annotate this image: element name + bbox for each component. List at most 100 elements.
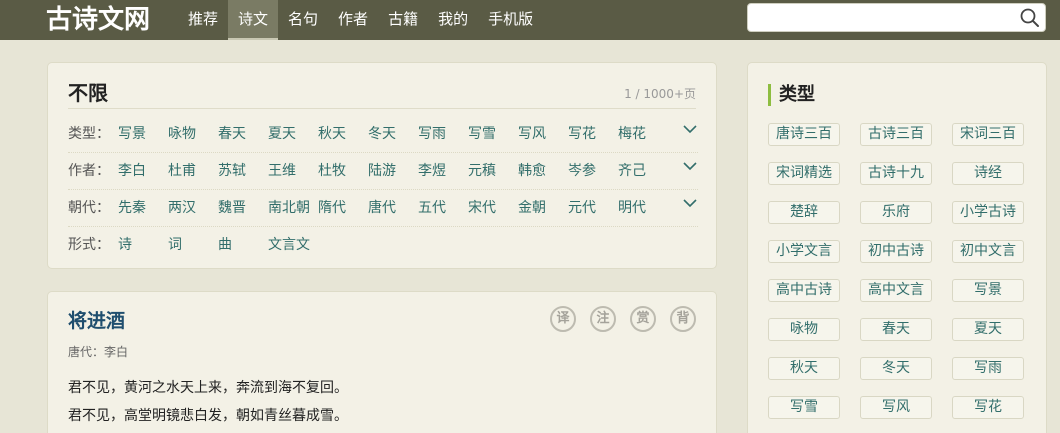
sidebar-title: 类型: [768, 84, 815, 106]
filter-option[interactable]: 写景: [118, 116, 168, 153]
nav-item-famous-lines[interactable]: 名句: [278, 0, 328, 40]
filter-option[interactable]: 苏轼: [218, 153, 268, 190]
type-tag[interactable]: 秋天: [768, 357, 840, 380]
filter-option[interactable]: 南北朝: [268, 190, 318, 227]
type-tag[interactable]: 宋词精选: [768, 162, 840, 185]
type-tag[interactable]: 初中古诗: [860, 240, 932, 263]
search-icon[interactable]: [1019, 7, 1041, 29]
filter-option[interactable]: 春天: [218, 116, 268, 153]
filter-option[interactable]: 写风: [518, 116, 568, 153]
appreciate-button[interactable]: 赏: [630, 306, 656, 332]
nav-item-mobile[interactable]: 手机版: [478, 0, 543, 40]
filter-option[interactable]: 梅花: [618, 116, 668, 153]
filter-row-dynasty: 朝代： 先秦 两汉 魏晋 南北朝 隋代 唐代 五代 宋代 金朝 元代 明代: [68, 190, 698, 227]
filter-option[interactable]: 写花: [568, 116, 618, 153]
recite-button[interactable]: 背: [670, 306, 696, 332]
chevron-down-icon[interactable]: [682, 195, 698, 211]
type-tag[interactable]: 咏物: [768, 318, 840, 341]
filter-option[interactable]: 杜甫: [168, 153, 218, 190]
type-tag[interactable]: 写雪: [768, 396, 840, 419]
filter-option[interactable]: 魏晋: [218, 190, 268, 227]
poem-author[interactable]: 唐代：李白: [68, 343, 128, 360]
type-tag[interactable]: 写风: [860, 396, 932, 419]
filter-option[interactable]: 韩愈: [518, 153, 568, 190]
filter-option[interactable]: 明代: [618, 190, 668, 227]
filter-label: 类型：: [68, 126, 110, 142]
nav-item-recommend[interactable]: 推荐: [178, 0, 228, 40]
filter-row-form: 形式： 诗 词 曲 文言文: [68, 227, 698, 264]
filter-row-type: 类型： 写景 咏物 春天 夏天 秋天 冬天 写雨 写雪 写风 写花 梅花: [68, 116, 698, 153]
filter-title: 不限: [68, 81, 108, 105]
type-tag[interactable]: 写花: [952, 396, 1024, 419]
filter-option[interactable]: 元代: [568, 190, 618, 227]
type-sidebar: 类型 唐诗三百 古诗三百 宋词三百 宋词精选 古诗十九 诗经 楚辞 乐府 小学古…: [747, 62, 1047, 433]
annotate-button[interactable]: 注: [590, 306, 616, 332]
filter-option[interactable]: 诗: [118, 227, 168, 264]
filter-label: 形式：: [68, 237, 110, 253]
type-tag[interactable]: 写雨: [952, 357, 1024, 380]
chevron-down-icon[interactable]: [682, 121, 698, 137]
page-count: 1 / 1000+页: [624, 87, 696, 101]
type-tag[interactable]: 古诗十九: [860, 162, 932, 185]
filter-label: 作者：: [68, 163, 110, 179]
filter-option[interactable]: 秋天: [318, 116, 368, 153]
filter-option[interactable]: 岑参: [568, 153, 618, 190]
filter-option[interactable]: 元稹: [468, 153, 518, 190]
type-tag[interactable]: 诗经: [952, 162, 1024, 185]
filter-panel: 不限 1 / 1000+页 类型： 写景 咏物 春天 夏天 秋天 冬天 写雨 写…: [47, 62, 717, 269]
nav-item-mine[interactable]: 我的: [428, 0, 478, 40]
filter-option[interactable]: 李煜: [418, 153, 468, 190]
type-tag[interactable]: 古诗三百: [860, 123, 932, 146]
type-tag[interactable]: 乐府: [860, 201, 932, 224]
filter-option[interactable]: 宋代: [468, 190, 518, 227]
poem-title[interactable]: 将进酒: [68, 306, 125, 333]
type-tag[interactable]: 楚辞: [768, 201, 840, 224]
filter-option[interactable]: 两汉: [168, 190, 218, 227]
filter-options: 写景 咏物 春天 夏天 秋天 冬天 写雨 写雪 写风 写花 梅花: [118, 116, 668, 153]
filter-options: 诗 词 曲 文言文: [118, 227, 318, 264]
type-tag[interactable]: 写景: [952, 279, 1024, 302]
type-tag[interactable]: 高中文言: [860, 279, 932, 302]
filter-option[interactable]: 词: [168, 227, 218, 264]
filter-option[interactable]: 咏物: [168, 116, 218, 153]
filter-option[interactable]: 曲: [218, 227, 268, 264]
filter-options: 李白 杜甫 苏轼 王维 杜牧 陆游 李煜 元稹 韩愈 岑参 齐己: [118, 153, 668, 190]
filter-option[interactable]: 写雨: [418, 116, 468, 153]
filter-options: 先秦 两汉 魏晋 南北朝 隋代 唐代 五代 宋代 金朝 元代 明代: [118, 190, 668, 227]
filter-option[interactable]: 王维: [268, 153, 318, 190]
type-tag[interactable]: 冬天: [860, 357, 932, 380]
filter-option[interactable]: 陆游: [368, 153, 418, 190]
filter-option[interactable]: 唐代: [368, 190, 418, 227]
filter-option[interactable]: 金朝: [518, 190, 568, 227]
chevron-down-icon[interactable]: [682, 158, 698, 174]
type-tag[interactable]: 唐诗三百: [768, 123, 840, 146]
search-input[interactable]: [754, 7, 1014, 28]
filter-option[interactable]: 李白: [118, 153, 168, 190]
filter-option[interactable]: 文言文: [268, 227, 318, 264]
filter-option[interactable]: 五代: [418, 190, 468, 227]
type-tag[interactable]: 宋词三百: [952, 123, 1024, 146]
type-tag[interactable]: 初中文言: [952, 240, 1024, 263]
translate-button[interactable]: 译: [550, 306, 576, 332]
type-tag[interactable]: 夏天: [952, 318, 1024, 341]
divider: [68, 108, 696, 109]
type-tag[interactable]: 高中古诗: [768, 279, 840, 302]
poem-line: 君不见，黄河之水天上来，奔流到海不复回。: [68, 380, 348, 396]
filter-option[interactable]: 冬天: [368, 116, 418, 153]
site-logo[interactable]: 古诗文网: [46, 2, 150, 38]
nav-item-poems[interactable]: 诗文: [228, 0, 279, 40]
poem-card: 将进酒 译 注 赏 背 唐代：李白 君不见，黄河之水天上来，奔流到海不复回。 君…: [47, 291, 717, 433]
nav-item-classics[interactable]: 古籍: [378, 0, 428, 40]
type-tag[interactable]: 春天: [860, 318, 932, 341]
filter-option[interactable]: 先秦: [118, 190, 168, 227]
filter-option[interactable]: 夏天: [268, 116, 318, 153]
filter-row-author: 作者： 李白 杜甫 苏轼 王维 杜牧 陆游 李煜 元稹 韩愈 岑参 齐己: [68, 153, 698, 190]
nav-item-authors[interactable]: 作者: [328, 0, 378, 40]
filter-option[interactable]: 杜牧: [318, 153, 368, 190]
top-navigation-bar: 古诗文网 推荐 诗文 名句 作者 古籍 我的 手机版: [0, 0, 1060, 40]
filter-option[interactable]: 写雪: [468, 116, 518, 153]
type-tag[interactable]: 小学文言: [768, 240, 840, 263]
filter-option[interactable]: 隋代: [318, 190, 368, 227]
type-tag[interactable]: 小学古诗: [952, 201, 1024, 224]
filter-option[interactable]: 齐己: [618, 153, 668, 190]
